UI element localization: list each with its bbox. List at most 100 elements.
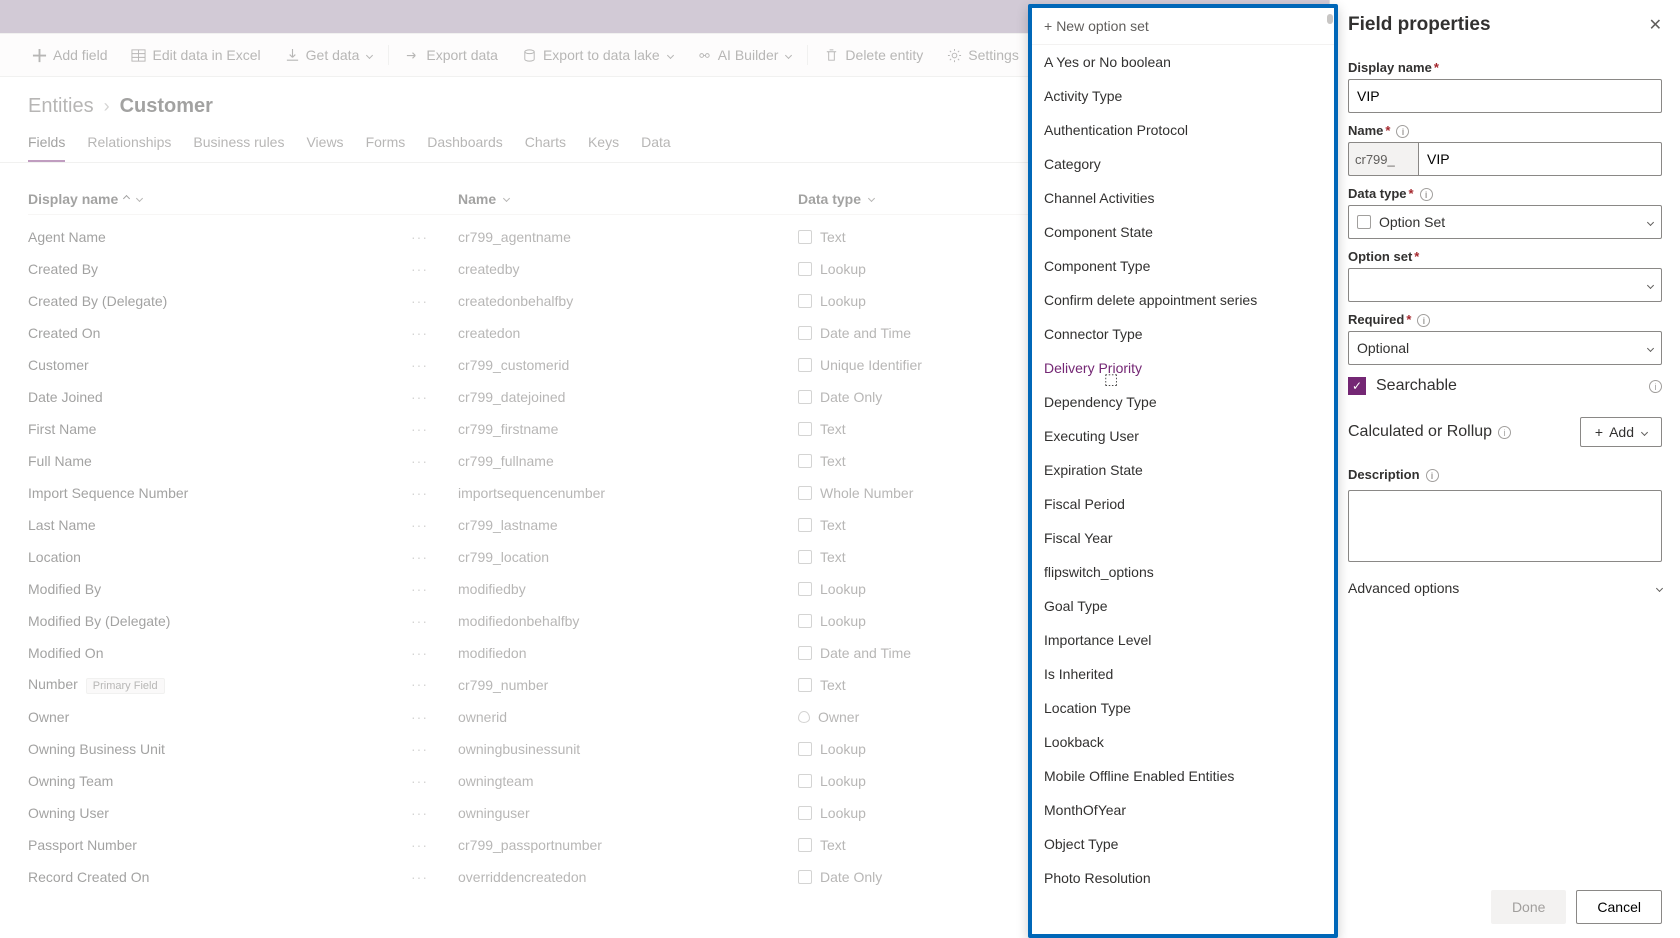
- row-more-button[interactable]: ···: [411, 389, 428, 405]
- option-set-item[interactable]: Mobile Offline Enabled Entities: [1032, 759, 1334, 793]
- name-input[interactable]: [1418, 142, 1662, 176]
- option-set-item[interactable]: Component Type: [1032, 249, 1334, 283]
- tab-forms[interactable]: Forms: [366, 128, 406, 162]
- row-more-button[interactable]: ···: [411, 325, 428, 341]
- row-more-button[interactable]: ···: [411, 709, 428, 725]
- tab-business-rules[interactable]: Business rules: [193, 128, 284, 162]
- required-select[interactable]: Optional: [1348, 331, 1662, 365]
- option-set-item[interactable]: Is Inherited: [1032, 657, 1334, 691]
- option-set-item[interactable]: Authentication Protocol: [1032, 113, 1334, 147]
- row-more-button[interactable]: ···: [411, 645, 428, 661]
- option-set-item[interactable]: Object Type: [1032, 827, 1334, 861]
- tab-fields[interactable]: Fields: [28, 128, 65, 162]
- row-more-button[interactable]: ···: [411, 293, 428, 309]
- field-properties-panel: Field properties ✕ Display name* Name*i …: [1329, 0, 1680, 938]
- row-more-button[interactable]: ···: [411, 741, 428, 757]
- new-option-set-item[interactable]: + New option set: [1032, 8, 1334, 45]
- tab-keys[interactable]: Keys: [588, 128, 619, 162]
- delete-entity-label: Delete entity: [845, 47, 923, 63]
- row-display-name: Full Name···: [28, 453, 458, 469]
- option-set-item[interactable]: Executing User: [1032, 419, 1334, 453]
- row-more-button[interactable]: ···: [411, 676, 428, 692]
- close-button[interactable]: ✕: [1649, 15, 1662, 35]
- row-more-button[interactable]: ···: [411, 613, 428, 629]
- add-field-button[interactable]: Add field: [20, 34, 119, 76]
- row-more-button[interactable]: ···: [411, 485, 428, 501]
- edit-in-excel-button[interactable]: Edit data in Excel: [119, 34, 272, 76]
- row-more-button[interactable]: ···: [411, 517, 428, 533]
- data-type-select[interactable]: Option Set: [1348, 205, 1662, 239]
- option-set-item[interactable]: Fiscal Year: [1032, 521, 1334, 555]
- col-display-name[interactable]: Display name: [28, 191, 458, 207]
- info-icon[interactable]: i: [1426, 469, 1439, 482]
- option-set-item[interactable]: A Yes or No boolean: [1032, 45, 1334, 79]
- row-more-button[interactable]: ···: [411, 421, 428, 437]
- option-set-item[interactable]: Photo Resolution: [1032, 861, 1334, 895]
- option-set-item[interactable]: Delivery Priority: [1032, 351, 1334, 385]
- option-set-item[interactable]: Expiration State: [1032, 453, 1334, 487]
- tab-views[interactable]: Views: [306, 128, 343, 162]
- row-more-button[interactable]: ···: [411, 261, 428, 277]
- row-more-button[interactable]: ···: [411, 773, 428, 789]
- option-set-dropdown[interactable]: + New option set A Yes or No booleanActi…: [1028, 4, 1338, 938]
- option-set-item[interactable]: Fiscal Period: [1032, 487, 1334, 521]
- done-button[interactable]: Done: [1491, 890, 1566, 924]
- option-set-item[interactable]: Channel Activities: [1032, 181, 1334, 215]
- option-set-select[interactable]: [1348, 268, 1662, 302]
- option-set-item[interactable]: Goal Type: [1032, 589, 1334, 623]
- row-display-name: Owning Team···: [28, 773, 458, 789]
- export-data-button[interactable]: Export data: [393, 34, 510, 76]
- row-more-button[interactable]: ···: [411, 453, 428, 469]
- row-display-name: Modified On···: [28, 645, 458, 661]
- option-set-item[interactable]: Category: [1032, 147, 1334, 181]
- data-type-icon: [798, 326, 812, 340]
- display-name-input[interactable]: [1348, 79, 1662, 113]
- breadcrumb-entities[interactable]: Entities: [28, 95, 94, 118]
- option-set-item[interactable]: Dependency Type: [1032, 385, 1334, 419]
- option-set-item[interactable]: Importance Level: [1032, 623, 1334, 657]
- info-icon[interactable]: i: [1498, 426, 1511, 439]
- get-data-button[interactable]: Get data: [273, 34, 385, 76]
- data-type-icon: [798, 678, 812, 692]
- option-set-item[interactable]: Confirm delete appointment series: [1032, 283, 1334, 317]
- row-more-button[interactable]: ···: [411, 837, 428, 853]
- row-more-button[interactable]: ···: [411, 549, 428, 565]
- ai-builder-button[interactable]: AI Builder: [685, 34, 804, 76]
- info-icon[interactable]: i: [1649, 380, 1662, 393]
- option-set-item[interactable]: flipswitch_options: [1032, 555, 1334, 589]
- tab-dashboards[interactable]: Dashboards: [427, 128, 503, 162]
- option-set-item[interactable]: Lookback: [1032, 725, 1334, 759]
- option-set-item[interactable]: Location Type: [1032, 691, 1334, 725]
- row-display-name: Owner···: [28, 709, 458, 725]
- row-display-name: Created On···: [28, 325, 458, 341]
- delete-entity-button[interactable]: Delete entity: [812, 34, 935, 76]
- description-input[interactable]: [1348, 490, 1662, 562]
- row-more-button[interactable]: ···: [411, 357, 428, 373]
- advanced-options-toggle[interactable]: Advanced options: [1348, 580, 1662, 596]
- row-name: cr799_datejoined: [458, 389, 798, 405]
- row-display-name: Record Created On···: [28, 869, 458, 885]
- option-set-item[interactable]: Activity Type: [1032, 79, 1334, 113]
- info-icon[interactable]: i: [1420, 188, 1433, 201]
- row-name: owningbusinessunit: [458, 741, 798, 757]
- tab-relationships[interactable]: Relationships: [87, 128, 171, 162]
- info-icon[interactable]: i: [1417, 314, 1430, 327]
- plus-icon: +: [1595, 424, 1603, 440]
- export-data-lake-button[interactable]: Export to data lake: [510, 34, 685, 76]
- row-more-button[interactable]: ···: [411, 581, 428, 597]
- chevron-down-icon: [136, 195, 143, 202]
- option-set-item[interactable]: Connector Type: [1032, 317, 1334, 351]
- row-more-button[interactable]: ···: [411, 229, 428, 245]
- option-set-item[interactable]: MonthOfYear: [1032, 793, 1334, 827]
- col-name[interactable]: Name: [458, 191, 798, 207]
- add-calc-button[interactable]: + Add: [1580, 417, 1662, 447]
- info-icon[interactable]: i: [1396, 125, 1409, 138]
- row-more-button[interactable]: ···: [411, 805, 428, 821]
- tab-charts[interactable]: Charts: [525, 128, 566, 162]
- option-set-item[interactable]: Component State: [1032, 215, 1334, 249]
- searchable-checkbox[interactable]: ✓: [1348, 377, 1366, 395]
- settings-button[interactable]: Settings: [935, 34, 1031, 76]
- row-more-button[interactable]: ···: [411, 869, 428, 885]
- tab-data[interactable]: Data: [641, 128, 671, 162]
- cancel-button[interactable]: Cancel: [1576, 890, 1662, 924]
